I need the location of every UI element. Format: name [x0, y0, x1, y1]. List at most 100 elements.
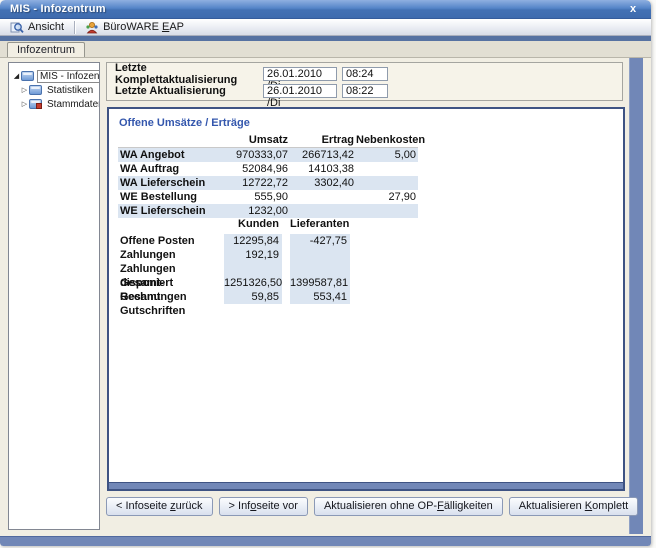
column-gap	[282, 217, 290, 232]
last-update-row: Letzte Aktualisierung 26.01.2010 /Di 08:…	[115, 84, 388, 98]
view-magnifier-icon	[10, 21, 24, 34]
infoseite-vor-button[interactable]: > Infoseite vor	[219, 497, 308, 516]
umsatz-cell: 555,90	[234, 190, 290, 204]
title-bar[interactable]: MIS - Infozentrum x	[0, 0, 651, 19]
kunden-cell: 12295,84	[224, 234, 282, 248]
table-row: WE Bestellung 555,90 27,90	[118, 190, 418, 204]
buroware-eap-button[interactable]: BüroWARE EAP	[79, 20, 190, 35]
tab-strip: Infozentrum	[0, 41, 651, 58]
folder-icon	[29, 85, 42, 95]
header-spacer	[118, 217, 224, 232]
open-revenue-table: Umsatz Ertrag Nebenkosten WA Angebot 970…	[118, 133, 418, 218]
infoseite-zurueck-button[interactable]: < Infoseite zurück	[106, 497, 213, 516]
buroware-eap-label: BüroWARE EAP	[103, 21, 184, 33]
navigation-tree: ◢ MIS - Infozentrum ▷ Statistiken ▷ Stam…	[8, 62, 100, 530]
umsatz-cell: 52084,96	[234, 162, 290, 176]
content-area: ◢ MIS - Infozentrum ▷ Statistiken ▷ Stam…	[0, 58, 651, 536]
last-update-time-field: 08:22	[342, 84, 388, 98]
ertrag-cell	[290, 190, 356, 204]
table-row: Zahlungen 192,19	[118, 248, 350, 262]
buroware-eap-icon	[85, 21, 99, 34]
tree-item-stammdaten[interactable]: ▷ Stammdaten	[9, 97, 99, 111]
lieferanten-cell	[290, 262, 350, 276]
ertrag-cell: 14103,38	[290, 162, 356, 176]
aktualisieren-ohne-op-button[interactable]: Aktualisieren ohne OP-Fälligkeiten	[314, 497, 503, 516]
last-full-update-row: Letzte Komplettaktualisierung 26.01.2010…	[115, 67, 388, 81]
umsatz-cell: 1232,00	[234, 204, 290, 218]
toolbar-separator	[74, 21, 75, 34]
last-full-update-label: Letzte Komplettaktualisierung	[115, 62, 263, 86]
row-label: Zahlungen disponiert	[118, 262, 224, 276]
row-label: WA Lieferschein	[118, 176, 234, 190]
tree-item-label[interactable]: Statistiken	[45, 85, 95, 96]
tree-item-statistiken[interactable]: ▷ Statistiken	[9, 83, 99, 97]
header-umsatz: Umsatz	[234, 133, 290, 147]
ertrag-cell	[290, 204, 356, 218]
ansicht-label: Ansicht	[28, 21, 64, 33]
table-header-row: Umsatz Ertrag Nebenkosten	[118, 133, 418, 148]
table-row: WA Auftrag 52084,96 14103,38	[118, 162, 418, 176]
ansicht-button[interactable]: Ansicht	[4, 20, 70, 35]
row-label: Gesamt Gutschriften	[118, 290, 224, 304]
window-title: MIS - Infozentrum	[10, 3, 106, 15]
tree-collapsed-icon[interactable]: ▷	[20, 100, 29, 108]
header-nebenkosten: Nebenkosten	[356, 133, 418, 147]
infocenter-folder-icon	[21, 71, 34, 81]
folder-edit-icon	[29, 99, 42, 109]
tab-infozentrum[interactable]: Infozentrum	[7, 42, 85, 57]
window-bottom-border	[0, 536, 651, 546]
close-icon[interactable]: x	[626, 2, 640, 16]
kunden-cell: 1251326,50	[224, 276, 282, 290]
row-label: Zahlungen	[118, 248, 224, 262]
last-update-date-field: 26.01.2010 /Di	[263, 84, 337, 98]
row-label: WE Bestellung	[118, 190, 234, 204]
header-lieferanten: Lieferanten	[290, 217, 350, 232]
column-gap	[282, 248, 290, 262]
table-row: Zahlungen disponiert	[118, 262, 350, 276]
column-gap	[282, 234, 290, 248]
update-info-panel: Letzte Komplettaktualisierung 26.01.2010…	[106, 62, 623, 101]
tree-item-label[interactable]: MIS - Infozentrum	[37, 70, 99, 83]
header-spacer	[118, 133, 234, 147]
kunden-cell: 59,85	[224, 290, 282, 304]
table-row: Gesamt-Rechnungen 1251326,50 1399587,81	[118, 276, 350, 290]
row-label: Offene Posten	[118, 234, 224, 248]
header-ertrag: Ertrag	[290, 133, 356, 147]
nebenkosten-cell: 27,90	[356, 190, 418, 204]
nebenkosten-cell: 5,00	[356, 148, 418, 162]
tree-item-mis-infozentrum[interactable]: ◢ MIS - Infozentrum	[9, 69, 99, 83]
table-header-row: Kunden Lieferanten	[118, 217, 350, 232]
tree-collapsed-icon[interactable]: ▷	[20, 86, 29, 94]
last-full-update-time-field: 08:24	[342, 67, 388, 81]
tree-expanded-icon[interactable]: ◢	[12, 72, 21, 80]
tree-item-label[interactable]: Stammdaten	[45, 99, 99, 110]
table-row: WA Lieferschein 12722,72 3302,40	[118, 176, 418, 190]
info-page-panel: Offene Umsätze / Erträge Umsatz Ertrag N…	[107, 107, 625, 491]
ertrag-cell: 266713,42	[290, 148, 356, 162]
nebenkosten-cell	[356, 204, 418, 218]
button-row: < Infoseite zurück > Infoseite vor Aktua…	[106, 497, 638, 516]
nebenkosten-cell	[356, 176, 418, 190]
row-label: WA Angebot	[118, 148, 234, 162]
lieferanten-cell	[290, 248, 350, 262]
table-row: Offene Posten 12295,84 -427,75	[118, 234, 350, 248]
table-row: WA Angebot 970333,07 266713,42 5,00	[118, 148, 418, 162]
toolbar: Ansicht BüroWARE EAP	[0, 19, 651, 36]
row-label: Gesamt-Rechnungen	[118, 276, 224, 290]
kunden-cell	[224, 262, 282, 276]
last-full-update-date-field: 26.01.2010 /Di	[263, 67, 337, 81]
vertical-scrollbar[interactable]	[629, 58, 643, 534]
ertrag-cell: 3302,40	[290, 176, 356, 190]
row-label: WE Lieferschein	[118, 204, 234, 218]
app-window: MIS - Infozentrum x Ansicht	[0, 0, 651, 546]
umsatz-cell: 970333,07	[234, 148, 290, 162]
table-row: WE Lieferschein 1232,00	[118, 204, 418, 218]
nebenkosten-cell	[356, 162, 418, 176]
horizontal-scrollbar[interactable]	[109, 482, 623, 489]
column-gap	[282, 262, 290, 276]
kunden-cell: 192,19	[224, 248, 282, 262]
aktualisieren-komplett-button[interactable]: Aktualisieren Komplett	[509, 497, 638, 516]
lieferanten-cell: 553,41	[290, 290, 350, 304]
table-row: Gesamt Gutschriften 59,85 553,41	[118, 290, 350, 304]
umsatz-cell: 12722,72	[234, 176, 290, 190]
